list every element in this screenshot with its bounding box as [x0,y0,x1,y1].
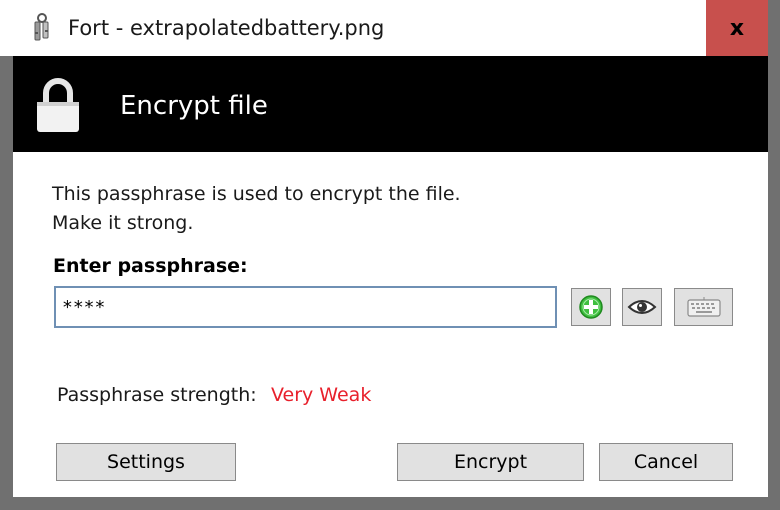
strength-value: Very Weak [271,384,372,406]
dialog-window: Fort - extrapolatedbattery.png x Encrypt… [0,0,780,510]
show-passphrase-button[interactable] [622,288,662,326]
keyboard-icon [686,297,721,317]
close-icon: x [729,15,745,41]
description-line-1: This passphrase is used to encrypt the f… [52,183,461,205]
description: This passphrase is used to encrypt the f… [52,180,461,238]
window-frame-right-top [768,0,780,56]
title-bar[interactable]: Fort - extrapolatedbattery.png x [0,0,780,56]
dialog-header: Encrypt file [13,56,768,152]
settings-button[interactable]: Settings [56,443,236,481]
window-title: Fort - extrapolatedbattery.png [68,16,385,40]
window-frame-bottom [0,497,780,510]
window-frame-left [0,56,13,510]
eye-icon [627,300,657,314]
close-button[interactable]: x [706,0,768,56]
lock-icon [37,78,79,132]
description-line-2: Make it strong. [52,212,194,234]
cancel-button[interactable]: Cancel [599,443,733,481]
add-icon [579,295,603,319]
page-title: Encrypt file [120,91,268,121]
passphrase-input[interactable] [54,286,557,328]
virtual-keyboard-button[interactable] [674,288,733,326]
window-frame-right [768,56,780,510]
dialog-content: This passphrase is used to encrypt the f… [13,152,768,497]
key-ring-icon [34,13,49,41]
encrypt-button[interactable]: Encrypt [397,443,584,481]
generate-passphrase-button[interactable] [571,288,611,326]
passphrase-label: Enter passphrase: [53,255,248,277]
strength-label: Passphrase strength: [57,384,257,406]
